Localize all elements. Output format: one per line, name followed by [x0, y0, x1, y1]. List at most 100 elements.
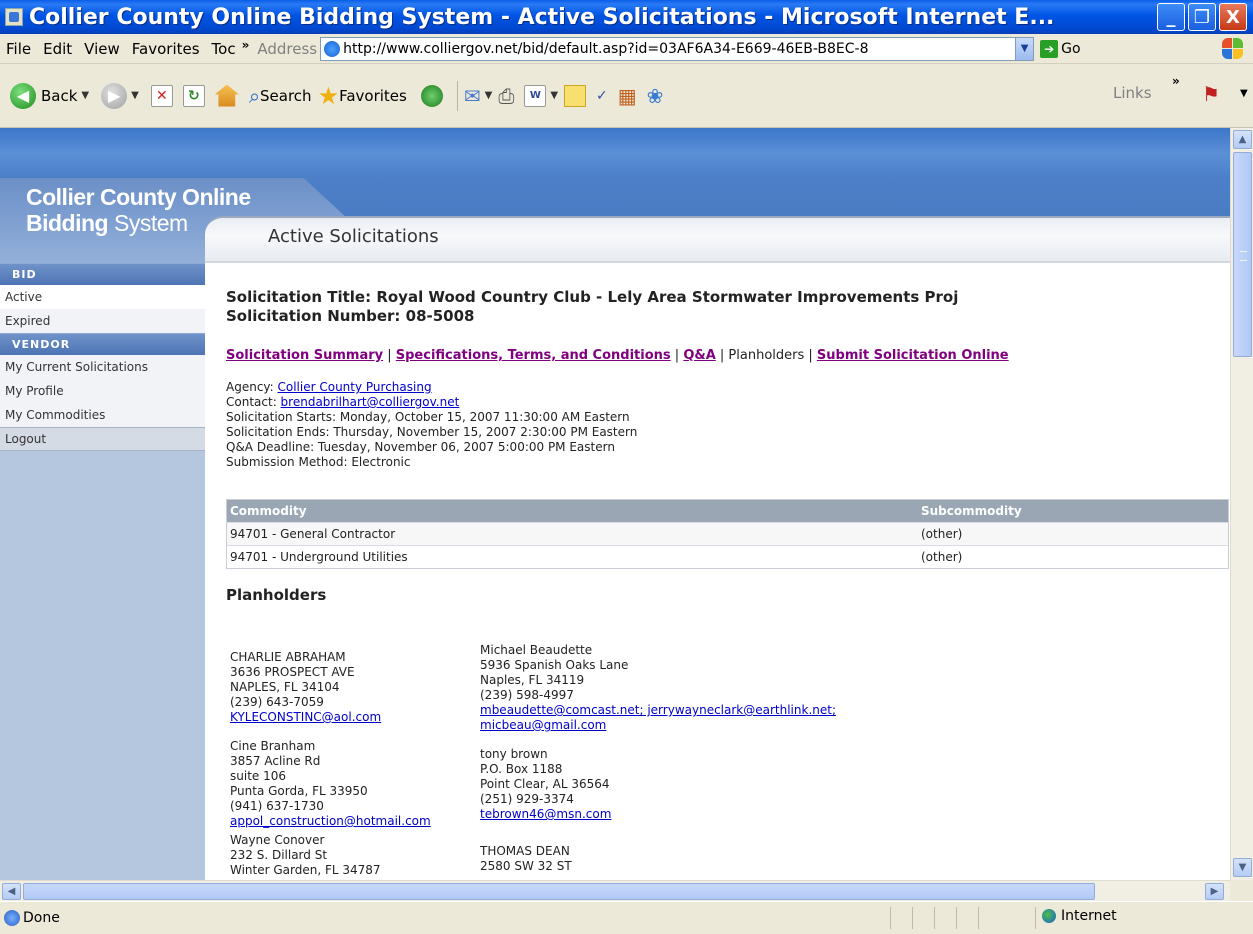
vertical-scrollbar[interactable]: ▲ ▼	[1230, 128, 1253, 880]
menu-favorites[interactable]: Favorites	[126, 40, 206, 58]
horizontal-scrollbar[interactable]: ◀ ▶	[0, 880, 1230, 901]
history-icon[interactable]	[420, 84, 443, 107]
print-icon[interactable]: ⎙	[498, 84, 514, 108]
link-submit-online[interactable]: Submit Solicitation Online	[817, 348, 1009, 363]
mail-icon[interactable]: ✉	[464, 84, 481, 108]
address-input[interactable]: http://www.colliergov.net/bid/default.as…	[320, 36, 1035, 61]
planholder-email-link[interactable]: KYLECONSTINC@aol.com	[230, 710, 381, 724]
planholder-address: 232 S. Dillard St	[230, 848, 328, 862]
starts-line: Solicitation Starts: Monday, October 15,…	[226, 410, 630, 424]
status-divider	[978, 907, 979, 929]
favorites-button[interactable]: ★ Favorites	[318, 82, 407, 110]
nav-sep: |	[670, 348, 684, 363]
planholder-address: 2580 SW 32 ST	[480, 859, 572, 873]
edit-word-icon[interactable]: W	[524, 84, 547, 107]
menu-overflow-chevron[interactable]: »	[242, 38, 250, 52]
menu-file[interactable]: File	[0, 40, 37, 58]
links-overflow-chevron[interactable]: »	[1172, 74, 1180, 88]
minimize-button[interactable]: _	[1157, 3, 1185, 31]
address-url[interactable]: http://www.colliergov.net/bid/default.as…	[343, 41, 868, 57]
ie-page-icon	[5, 8, 23, 26]
horizontal-scroll-thumb[interactable]	[23, 883, 1095, 900]
menu-edit[interactable]: Edit	[37, 40, 78, 58]
sidebar-item-active[interactable]: Active	[0, 285, 205, 309]
vertical-scroll-thumb[interactable]	[1233, 152, 1252, 357]
pdf-dropdown-icon[interactable]: ▼	[1240, 88, 1248, 99]
window-title-bar[interactable]: Collier County Online Bidding System - A…	[0, 0, 1253, 34]
sidebar-item-current-solicitations[interactable]: My Current Solicitations	[0, 355, 205, 379]
table-row: 94701 - General Contractor (other)	[227, 522, 1228, 545]
contact-email-link[interactable]: brendabrilhart@colliergov.net	[281, 395, 460, 409]
menu-view[interactable]: View	[78, 40, 126, 58]
pdf-icon[interactable]: ⚑	[1202, 82, 1220, 106]
stop-icon[interactable]: ✕	[150, 84, 173, 107]
page-icon	[324, 40, 341, 57]
back-button[interactable]: ◀ Back ▼	[0, 82, 95, 109]
spellcheck-icon[interactable]: ✓	[596, 88, 608, 104]
forward-arrow-icon: ▶	[101, 82, 128, 109]
subcommodity-cell: (other)	[921, 527, 963, 541]
site-header: Collier County Online Bidding System Act…	[0, 128, 1230, 263]
status-text: Done	[23, 910, 60, 926]
scroll-left-icon[interactable]: ◀	[2, 883, 21, 900]
link-solicitation-summary[interactable]: Solicitation Summary	[226, 348, 383, 363]
submission-method-line: Submission Method: Electronic	[226, 455, 411, 469]
planholder-phone: (239) 598-4997	[480, 688, 574, 702]
maximize-button[interactable]: ❐	[1188, 3, 1216, 31]
go-button[interactable]: ➔ Go	[1040, 39, 1081, 58]
home-icon[interactable]	[214, 84, 239, 107]
mail-dropdown-icon[interactable]: ▼	[485, 90, 493, 101]
planholder-name: THOMAS DEAN	[480, 844, 570, 858]
go-arrow-icon: ➔	[1040, 39, 1059, 58]
close-button[interactable]: X	[1219, 3, 1247, 31]
page-title: Active Solicitations	[268, 226, 439, 247]
scroll-right-icon[interactable]: ▶	[1205, 883, 1224, 900]
planholder-email-link[interactable]: tebrown46@msn.com	[480, 807, 611, 821]
planholder-name: Wayne Conover	[230, 833, 325, 847]
site-logo-line2: Bidding System	[26, 210, 188, 237]
scroll-up-icon[interactable]: ▲	[1233, 130, 1252, 149]
forward-dropdown-icon[interactable]: ▼	[131, 90, 139, 101]
links-label[interactable]: Links	[1113, 84, 1152, 102]
sidebar-item-profile[interactable]: My Profile	[0, 379, 205, 403]
link-specifications[interactable]: Specifications, Terms, and Conditions	[396, 348, 671, 363]
menu-bar: File Edit View Favorites Toc » Address h…	[0, 34, 1253, 64]
sidebar-item-commodities[interactable]: My Commodities	[0, 403, 205, 427]
planholder-city: Winter Garden, FL 34787	[230, 863, 381, 877]
forward-button[interactable]: ▶ ▼	[101, 82, 145, 109]
address-dropdown-icon[interactable]: ▼	[1015, 37, 1034, 60]
planholder-email-link[interactable]: appol_construction@hotmail.com	[230, 814, 431, 828]
zone-label: Internet	[1061, 908, 1117, 924]
menu-tools[interactable]: Toc	[206, 40, 242, 58]
logo-bidding: Bidding	[26, 210, 109, 236]
edit-dropdown-icon[interactable]: ▼	[550, 90, 558, 101]
main-content: Solicitation Title: Royal Wood Country C…	[226, 288, 1229, 877]
messenger-icon[interactable]: ❀	[647, 84, 664, 108]
agency-link[interactable]: Collier County Purchasing	[278, 380, 432, 394]
link-qa[interactable]: Q&A	[683, 348, 715, 363]
planholder-entry: THOMAS DEAN 2580 SW 32 ST	[480, 844, 960, 874]
nav-sep: |	[715, 348, 729, 363]
standard-toolbar: ◀ Back ▼ ▶ ▼ ✕ ↻ ⌕ Search ★ Favorites ✉ …	[0, 64, 1253, 128]
solicitation-number: Solicitation Number: 08-5008	[226, 307, 475, 325]
col-header-commodity: Commodity	[230, 504, 307, 518]
sidebar-item-expired[interactable]: Expired	[0, 309, 205, 333]
refresh-icon[interactable]: ↻	[182, 84, 205, 107]
status-divider	[912, 907, 913, 929]
internet-globe-icon	[1042, 909, 1056, 923]
search-button[interactable]: ⌕ Search	[249, 84, 312, 108]
sidebar: BID Active Expired VENDOR My Current Sol…	[0, 263, 205, 880]
sidebar-item-logout[interactable]: Logout	[0, 427, 205, 451]
scroll-down-icon[interactable]: ▼	[1233, 858, 1252, 877]
back-dropdown-icon[interactable]: ▼	[81, 90, 89, 101]
planholder-name: Cine Branham	[230, 739, 316, 753]
discuss-icon[interactable]	[564, 84, 587, 107]
planholder-email-link[interactable]: mbeaudette@comcast.net; jerrywayneclark@…	[480, 703, 836, 717]
windows-logo-icon	[1222, 38, 1244, 60]
planholder-city: Punta Gorda, FL 33950	[230, 784, 368, 798]
research-icon[interactable]: ▦	[618, 84, 637, 108]
planholder-address: P.O. Box 1188	[480, 762, 563, 776]
planholder-email-link-2[interactable]: micbeau@gmail.com	[480, 718, 606, 732]
planholder-entry: Cine Branham 3857 Acline Rd suite 106 Pu…	[230, 739, 475, 829]
planholder-phone: (239) 643-7059	[230, 695, 324, 709]
